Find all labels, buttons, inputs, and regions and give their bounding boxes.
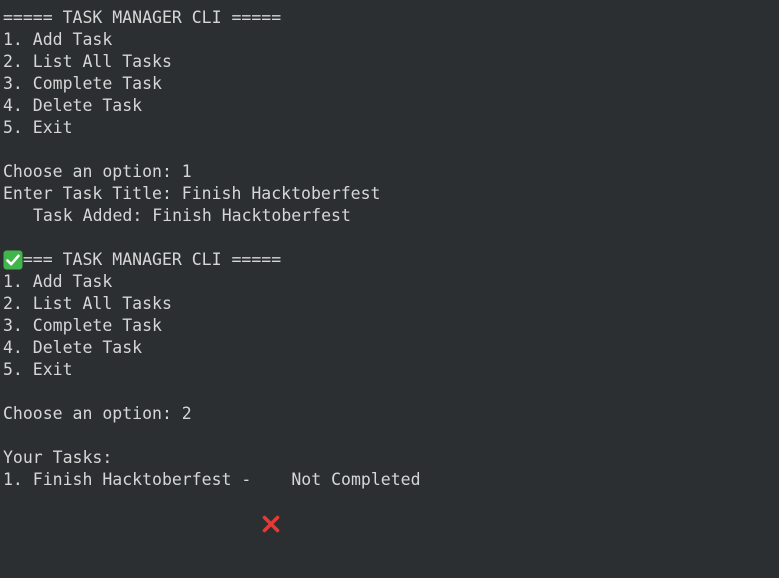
choose-option-line: Choose an option: 2: [3, 403, 779, 425]
task-status-text: Not Completed: [291, 470, 421, 489]
menu-option-delete-task: 4. Delete Task: [3, 337, 779, 359]
choose-option-text: Choose an option: 2: [3, 404, 192, 423]
task-list-item: 1. Finish Hacktoberfest - Not Completed: [3, 469, 779, 533]
menu-option-text: 4. Delete Task: [3, 96, 143, 115]
menu-option-text: 4. Delete Task: [3, 338, 143, 357]
menu-option-text: 2. List All Tasks: [3, 52, 172, 71]
menu-option-list-tasks: 2. List All Tasks: [3, 293, 779, 315]
enter-title-text: Enter Task Title: Finish Hacktoberfest: [3, 184, 381, 203]
terminal-window[interactable]: ===== TASK MANAGER CLI ===== 1. Add Task…: [0, 0, 779, 533]
menu-option-exit: 5. Exit: [3, 359, 779, 381]
menu-option-exit: 5. Exit: [3, 117, 779, 139]
menu-header-text: ===== TASK MANAGER CLI =====: [3, 250, 282, 269]
menu-header-line: ===== TASK MANAGER CLI =====: [3, 7, 779, 29]
menu-option-add-task: 1. Add Task: [3, 29, 779, 51]
menu-option-text: 1. Add Task: [3, 30, 113, 49]
menu-option-complete-task: 3. Complete Task: [3, 315, 779, 337]
menu-header-text: ===== TASK MANAGER CLI =====: [3, 8, 282, 27]
task-added-line: Task Added: Finish Hacktoberfest: [3, 205, 779, 270]
choose-option-line: Choose an option: 1: [3, 161, 779, 183]
choose-option-text: Choose an option: 1: [3, 162, 192, 181]
menu-option-text: 5. Exit: [3, 118, 73, 137]
menu-option-text: 3. Complete Task: [3, 74, 162, 93]
menu-option-add-task: 1. Add Task: [3, 271, 779, 293]
menu-option-text: 5. Exit: [3, 360, 73, 379]
cross-mark-icon-svg: [263, 515, 280, 533]
menu-header-line: ===== TASK MANAGER CLI =====: [3, 249, 779, 271]
menu-option-text: 3. Complete Task: [3, 316, 162, 335]
menu-option-complete-task: 3. Complete Task: [3, 73, 779, 95]
task-added-text: Task Added: Finish Hacktoberfest: [33, 206, 351, 225]
enter-title-line: Enter Task Title: Finish Hacktoberfest: [3, 183, 779, 205]
cross-mark-icon: [261, 470, 281, 533]
task-item-text: 1. Finish Hacktoberfest -: [3, 470, 252, 489]
menu-option-list-tasks: 2. List All Tasks: [3, 51, 779, 73]
menu-option-delete-task: 4. Delete Task: [3, 95, 779, 117]
check-mark-icon: [3, 206, 23, 270]
your-tasks-text: Your Tasks:: [3, 448, 113, 467]
your-tasks-heading: Your Tasks:: [3, 447, 779, 469]
check-mark-icon-svg: [3, 250, 23, 270]
